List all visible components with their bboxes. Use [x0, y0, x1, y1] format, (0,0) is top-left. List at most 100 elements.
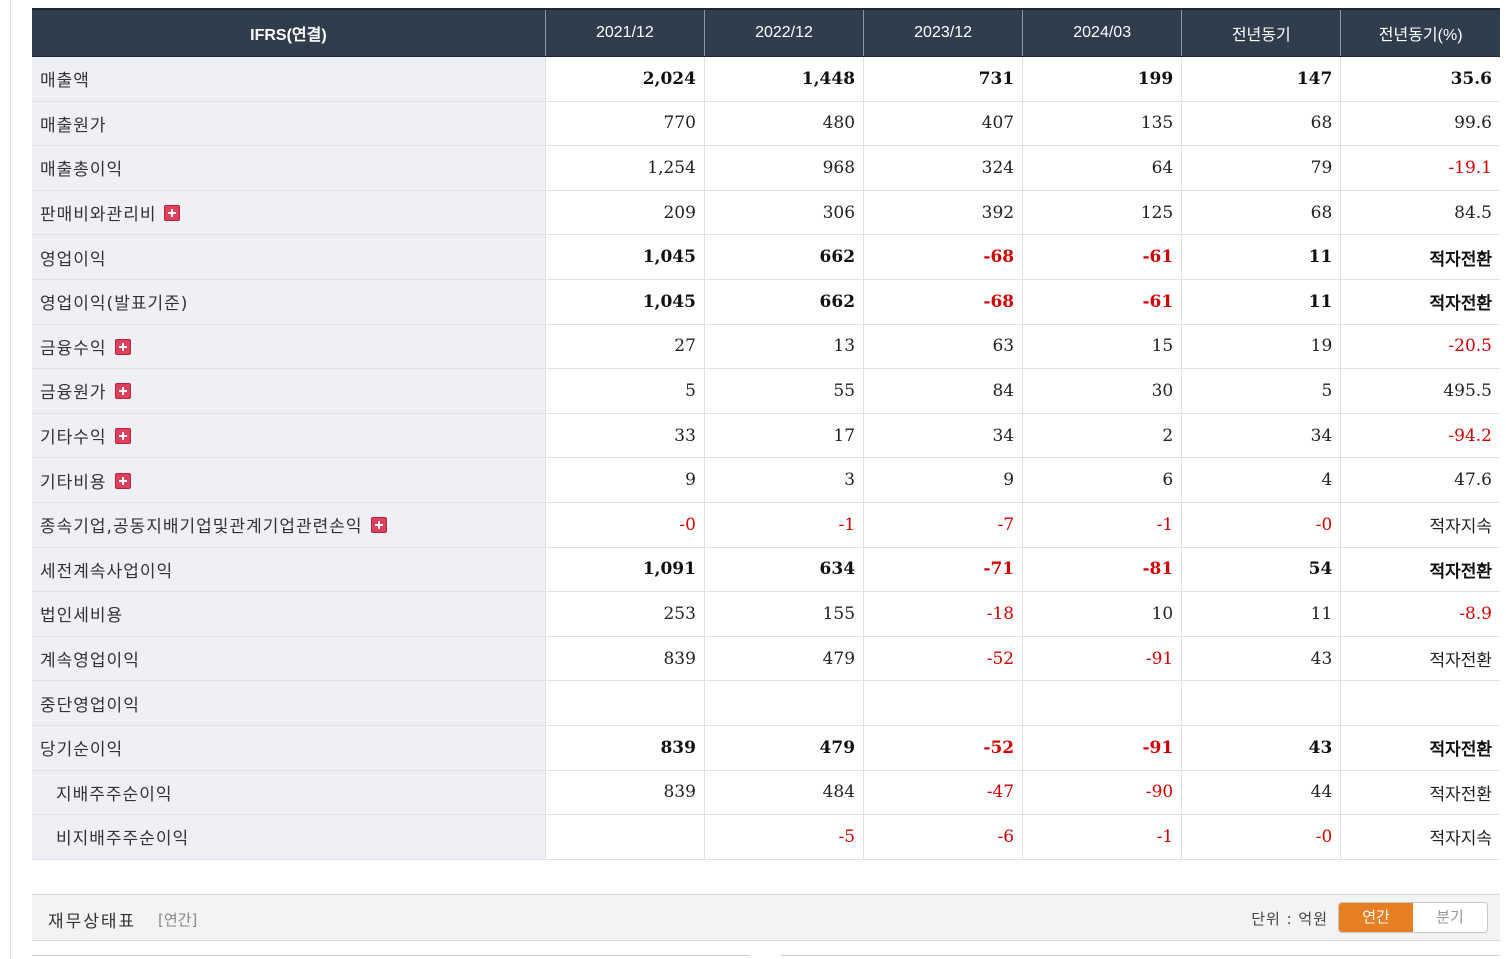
table-row: 금융원가 5 55 84 30 5 495.5 — [32, 368, 1500, 414]
value-cell — [545, 680, 705, 726]
value-cell: 43 — [1181, 636, 1342, 682]
row-label-cell: 판매비와관리비 — [32, 190, 546, 236]
value-cell: 30 — [1022, 368, 1183, 414]
expand-plus-icon[interactable] — [114, 338, 131, 355]
value-cell: -81 — [1022, 546, 1183, 593]
table-row: 영업이익 1,045 662 -68 -61 11 적자전환 — [32, 234, 1500, 280]
value-cell: 407 — [863, 101, 1024, 147]
value-cell: 199 — [1022, 56, 1183, 102]
value-cell: -71 — [863, 546, 1024, 593]
value-cell: -7 — [863, 501, 1024, 548]
value-cell: 479 — [704, 636, 865, 682]
row-label: 영업이익 — [40, 249, 107, 270]
value-cell: 64 — [1022, 145, 1183, 191]
value-cell: 495.5 — [1340, 368, 1500, 414]
value-cell: 47.6 — [1340, 457, 1500, 503]
column-header-period: 2023/12 — [863, 8, 1024, 57]
table-row: 비지배주주순이익 -5 -6 -1 -0 적자지속 — [32, 814, 1500, 860]
value-cell: 839 — [545, 725, 705, 771]
value-cell: 34 — [863, 412, 1024, 459]
row-label: 종속기업,공동지배기업및관계기업관련손익 — [40, 517, 363, 538]
table-row: 지배주주순이익 839 484 -47 -90 44 적자전환 — [32, 770, 1500, 816]
value-cell: 적자전환 — [1340, 546, 1500, 593]
value-cell: -0 — [1181, 814, 1342, 860]
table-row: 매출액 2,024 1,448 731 199 147 35.6 — [32, 56, 1500, 102]
expand-plus-icon[interactable] — [114, 472, 131, 489]
value-cell: 54 — [1181, 546, 1342, 593]
toggle-annual-button[interactable]: 연간 — [1339, 903, 1413, 932]
value-cell: 155 — [704, 591, 865, 637]
row-label: 당기순이익 — [40, 740, 124, 761]
row-label-cell: 매출원가 — [32, 101, 546, 147]
value-cell: 125 — [1022, 190, 1183, 236]
column-header-period: 전년동기 — [1181, 8, 1342, 57]
table-row: 법인세비용 253 155 -18 10 11 -8.9 — [32, 591, 1500, 637]
value-cell: 84 — [863, 368, 1024, 414]
unit-label: 단위 : 억원 — [1251, 910, 1328, 928]
value-cell: 662 — [704, 279, 865, 325]
row-label: 지배주주순이익 — [56, 784, 173, 805]
table-row: 기타비용 9 3 9 6 4 47.6 — [32, 457, 1500, 503]
value-cell: 392 — [863, 190, 1024, 236]
row-label-cell: 영업이익(발표기준) — [32, 279, 546, 325]
value-cell: 34 — [1181, 412, 1342, 459]
row-label-cell: 비지배주주순이익 — [32, 814, 546, 860]
value-cell: 731 — [863, 56, 1024, 102]
period-toggle: 연간 분기 — [1338, 902, 1488, 933]
value-cell: -5 — [704, 814, 865, 860]
row-label-cell: 매출액 — [32, 56, 546, 102]
page-left-border — [10, 0, 11, 959]
value-cell: 839 — [545, 770, 705, 816]
expand-plus-icon[interactable] — [370, 517, 387, 534]
value-cell: 9 — [863, 457, 1024, 503]
value-cell: -1 — [704, 501, 865, 548]
value-cell: 839 — [545, 636, 705, 682]
value-cell: 27 — [545, 323, 705, 370]
value-cell: 2 — [1022, 412, 1183, 459]
value-cell: 209 — [545, 190, 705, 236]
value-cell: 1,254 — [545, 145, 705, 191]
row-label-cell: 매출총이익 — [32, 145, 546, 191]
row-label-cell: 계속영업이익 — [32, 636, 546, 682]
value-cell: -94.2 — [1340, 412, 1500, 459]
value-cell: 43 — [1181, 725, 1342, 771]
value-cell: 634 — [704, 546, 865, 593]
table-header-row: IFRS(연결) 2021/12 2022/12 2023/12 2024/03 전년동기… — [32, 8, 1500, 57]
value-cell: -8.9 — [1340, 591, 1500, 637]
value-cell: 99.6 — [1340, 101, 1500, 147]
table-row: 계속영업이익 839 479 -52 -91 43 적자전환 — [32, 636, 1500, 682]
value-cell: -91 — [1022, 636, 1183, 682]
section-title: 재무상태표 — [48, 912, 137, 932]
row-label: 금융수익 — [40, 338, 107, 359]
toggle-quarter-button[interactable]: 분기 — [1413, 903, 1487, 932]
value-cell — [704, 680, 865, 726]
value-cell: 5 — [545, 368, 705, 414]
value-cell — [545, 814, 705, 860]
value-cell — [1181, 680, 1342, 726]
table-row: 중단영업이익 — [32, 680, 1500, 726]
value-cell: 9 — [545, 457, 705, 503]
row-label-cell: 금융수익 — [32, 323, 546, 370]
value-cell: 17 — [704, 412, 865, 459]
value-cell: -6 — [863, 814, 1024, 860]
row-label-cell: 당기순이익 — [32, 725, 546, 771]
value-cell: 63 — [863, 323, 1024, 370]
expand-plus-icon[interactable] — [164, 205, 181, 222]
value-cell: 적자전환 — [1340, 770, 1500, 816]
value-cell: -91 — [1022, 725, 1183, 771]
value-cell: 11 — [1181, 279, 1342, 325]
value-cell: 135 — [1022, 101, 1183, 147]
value-cell: -61 — [1022, 234, 1183, 280]
row-label-cell: 영업이익 — [32, 234, 546, 280]
income-statement-table-wrap: IFRS(연결) 2021/12 2022/12 2023/12 2024/03 전년동기… — [32, 8, 1500, 860]
row-label-cell: 기타수익 — [32, 412, 546, 459]
value-cell: -68 — [863, 234, 1024, 280]
value-cell: 484 — [704, 770, 865, 816]
value-cell: -19.1 — [1340, 145, 1500, 191]
value-cell: 2,024 — [545, 56, 705, 102]
row-label-cell: 지배주주순이익 — [32, 770, 546, 816]
value-cell: 적자전환 — [1340, 636, 1500, 682]
expand-plus-icon[interactable] — [114, 383, 131, 400]
expand-plus-icon[interactable] — [114, 428, 131, 445]
row-label: 중단영업이익 — [40, 695, 140, 716]
